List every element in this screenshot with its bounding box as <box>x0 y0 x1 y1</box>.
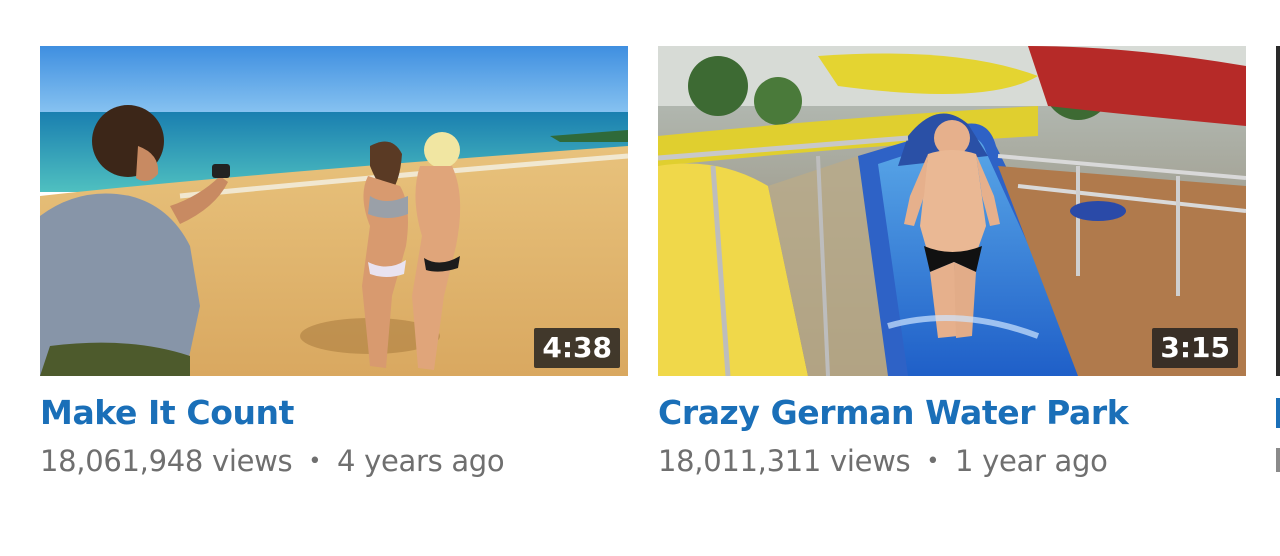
video-metadata: 18,011,311 views • 1 year ago <box>658 441 1246 482</box>
water-park-thumbnail-image <box>658 46 1246 376</box>
video-card[interactable]: 4:38 Make It Count 18,061,948 views • 4 ye… <box>40 46 628 482</box>
video-thumbnail[interactable]: 4:38 <box>40 46 628 376</box>
upload-age: 1 year ago <box>955 444 1108 478</box>
upload-age: 4 years ago <box>337 444 505 478</box>
video-card[interactable]: 3:15 Crazy German Water Park 18,011,311 … <box>658 46 1246 482</box>
video-metadata-partial <box>1276 448 1280 472</box>
video-thumbnail[interactable]: 3:15 <box>658 46 1246 376</box>
video-card-partial[interactable] <box>1276 46 1280 472</box>
video-title-partial[interactable] <box>1276 398 1280 428</box>
video-metadata: 18,061,948 views • 4 years ago <box>40 441 628 482</box>
video-duration-badge: 4:38 <box>534 328 620 368</box>
video-title-link[interactable]: Make It Count <box>40 393 628 433</box>
separator-dot: • <box>926 449 940 474</box>
view-count: 18,061,948 views <box>40 444 293 478</box>
video-thumbnail-partial[interactable] <box>1276 46 1280 376</box>
beach-photo-thumbnail-image <box>40 46 628 376</box>
video-duration-badge: 3:15 <box>1152 328 1238 368</box>
view-count: 18,011,311 views <box>658 444 911 478</box>
separator-dot: • <box>308 449 322 474</box>
video-title-link[interactable]: Crazy German Water Park <box>658 393 1246 433</box>
